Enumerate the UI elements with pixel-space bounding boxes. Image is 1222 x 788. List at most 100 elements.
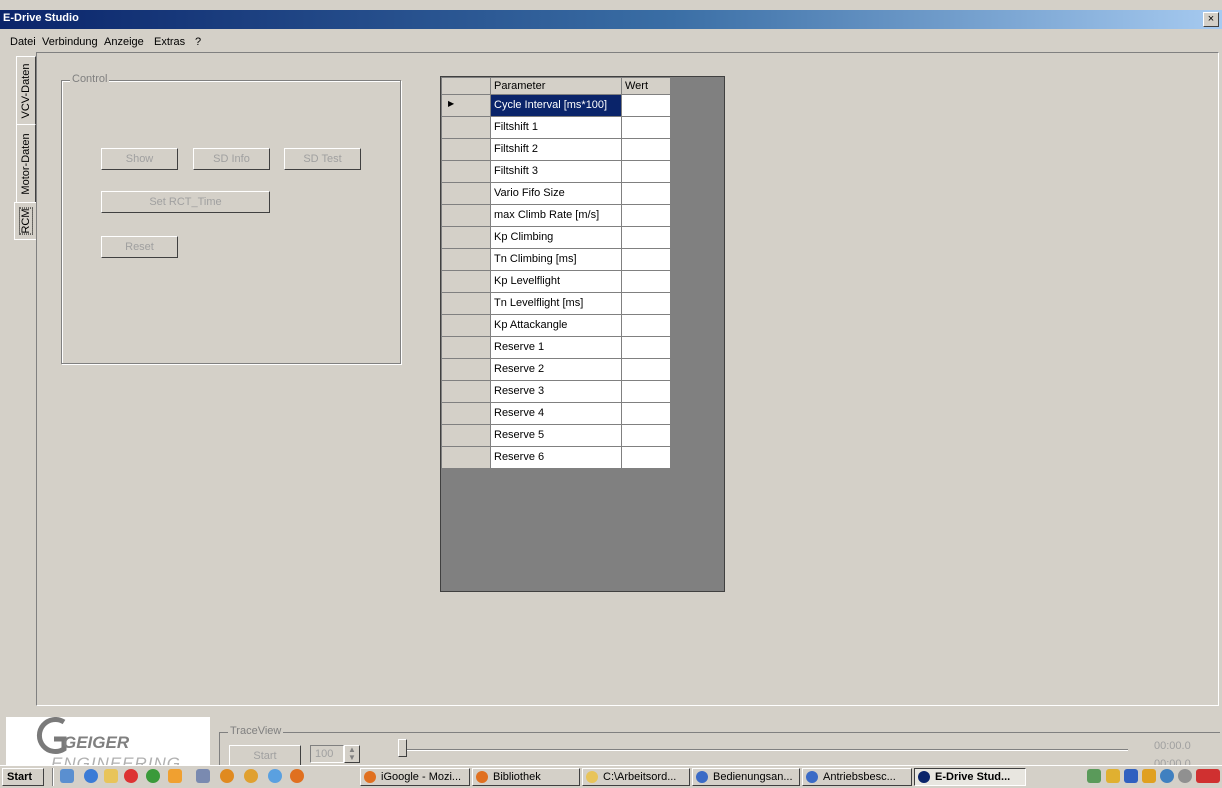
sd-info-button[interactable]: SD Info <box>193 148 270 170</box>
parameter-grid[interactable]: Parameter Wert ▶ Cycle Interval [ms*100] F… <box>440 76 725 592</box>
row-header[interactable] <box>442 403 491 425</box>
tray-app-icon[interactable] <box>1196 769 1220 783</box>
tab-motor-daten[interactable]: Motor-Daten <box>16 124 36 204</box>
wert-cell[interactable] <box>622 293 671 315</box>
wert-cell[interactable] <box>622 359 671 381</box>
wert-cell[interactable] <box>622 425 671 447</box>
sd-test-button[interactable]: SD Test <box>284 148 361 170</box>
tray-clock-icon[interactable] <box>1178 769 1192 783</box>
firefox-icon-2[interactable] <box>244 769 258 783</box>
parameter-cell[interactable]: Tn Climbing [ms] <box>491 249 622 271</box>
internet-explorer-icon[interactable] <box>84 769 98 783</box>
taskbar-button[interactable]: C:\Arbeitsord... <box>582 768 690 786</box>
wert-cell[interactable] <box>622 227 671 249</box>
parameter-cell[interactable]: Tn Levelflight [ms] <box>491 293 622 315</box>
firefox-icon-3[interactable] <box>290 769 304 783</box>
trace-slider[interactable] <box>398 739 1128 761</box>
wert-cell[interactable] <box>622 337 671 359</box>
wert-cell[interactable] <box>622 95 671 117</box>
taskbar-button[interactable]: E-Drive Stud... <box>914 768 1026 786</box>
row-header[interactable] <box>442 205 491 227</box>
row-header[interactable] <box>442 117 491 139</box>
app-icon[interactable] <box>168 769 182 783</box>
opera-icon[interactable] <box>124 769 138 783</box>
tray-alert-icon[interactable] <box>1142 769 1156 783</box>
tray-network-icon[interactable] <box>1124 769 1138 783</box>
parameter-cell[interactable]: Reserve 1 <box>491 337 622 359</box>
show-desktop-icon[interactable] <box>60 769 74 783</box>
row-header[interactable] <box>442 249 491 271</box>
parameter-cell[interactable]: Reserve 3 <box>491 381 622 403</box>
wert-cell[interactable] <box>622 315 671 337</box>
menu-anzeige[interactable]: Anzeige <box>104 36 144 48</box>
wert-cell[interactable] <box>622 161 671 183</box>
trace-interval-spinner[interactable]: ▲ ▼ <box>344 745 360 763</box>
parameter-cell[interactable]: Vario Fifo Size <box>491 183 622 205</box>
parameter-cell[interactable]: Filtshift 1 <box>491 117 622 139</box>
folder-icon[interactable] <box>104 769 118 783</box>
trace-start-button[interactable]: Start <box>229 745 301 766</box>
tray-sync-icon[interactable] <box>1160 769 1174 783</box>
row-header[interactable] <box>442 161 491 183</box>
taskbar-button[interactable]: Antriebsbesc... <box>802 768 912 786</box>
show-button[interactable]: Show <box>101 148 178 170</box>
parameter-cell[interactable]: Kp Levelflight <box>491 271 622 293</box>
parameter-cell[interactable]: Filtshift 2 <box>491 139 622 161</box>
tab-rcm[interactable]: RCM <box>14 202 36 240</box>
column-header-wert[interactable]: Wert <box>622 78 671 95</box>
row-header[interactable] <box>442 447 491 469</box>
trace-interval-input[interactable]: 100 <box>310 745 344 763</box>
parameter-cell[interactable]: Kp Attackangle <box>491 315 622 337</box>
parameter-cell[interactable]: Filtshift 3 <box>491 161 622 183</box>
row-header[interactable]: ▶ <box>442 95 491 117</box>
parameter-cell[interactable]: Reserve 4 <box>491 403 622 425</box>
row-header[interactable] <box>442 183 491 205</box>
wert-cell[interactable] <box>622 403 671 425</box>
row-header[interactable] <box>442 139 491 161</box>
menu-extras[interactable]: Extras <box>154 36 185 48</box>
slider-thumb[interactable] <box>398 739 407 757</box>
row-header[interactable] <box>442 315 491 337</box>
chrome-icon[interactable] <box>146 769 160 783</box>
reset-button[interactable]: Reset <box>101 236 178 258</box>
menu-verbindung[interactable]: Verbindung <box>42 36 98 48</box>
row-header[interactable] <box>442 425 491 447</box>
wert-cell[interactable] <box>622 249 671 271</box>
row-header[interactable] <box>442 381 491 403</box>
wert-cell[interactable] <box>622 381 671 403</box>
parameter-cell[interactable]: Kp Climbing <box>491 227 622 249</box>
set-rct-time-button[interactable]: Set RCT_Time <box>101 191 270 213</box>
parameter-cell[interactable]: Reserve 6 <box>491 447 622 469</box>
firefox-icon[interactable] <box>220 769 234 783</box>
notepad-icon[interactable] <box>196 769 210 783</box>
row-header[interactable] <box>442 359 491 381</box>
wert-cell[interactable] <box>622 183 671 205</box>
wert-cell[interactable] <box>622 271 671 293</box>
wert-cell[interactable] <box>622 205 671 227</box>
taskbar-button[interactable]: Bedienungsan... <box>692 768 800 786</box>
taskbar-button[interactable]: iGoogle - Mozi... <box>360 768 470 786</box>
parameter-cell[interactable]: Cycle Interval [ms*100] <box>491 95 622 117</box>
tab-label: Motor-Daten <box>20 133 32 195</box>
tab-vcv-daten[interactable]: VCV-Daten <box>16 56 36 126</box>
parameter-cell[interactable]: Reserve 2 <box>491 359 622 381</box>
start-button[interactable]: Start <box>2 768 44 786</box>
wert-cell[interactable] <box>622 447 671 469</box>
row-header[interactable] <box>442 227 491 249</box>
row-header[interactable] <box>442 271 491 293</box>
network-icon[interactable] <box>268 769 282 783</box>
row-header[interactable] <box>442 337 491 359</box>
parameter-cell[interactable]: Reserve 5 <box>491 425 622 447</box>
wert-cell[interactable] <box>622 117 671 139</box>
wert-cell[interactable] <box>622 139 671 161</box>
column-header-parameter[interactable]: Parameter <box>491 78 622 95</box>
close-button[interactable]: × <box>1203 12 1219 27</box>
tray-icon[interactable] <box>1087 769 1101 783</box>
row-header[interactable] <box>442 293 491 315</box>
menu-help[interactable]: ? <box>195 36 201 48</box>
parameter-cell[interactable]: max Climb Rate [m/s] <box>491 205 622 227</box>
menu-datei[interactable]: Datei <box>10 36 36 48</box>
taskbar-button[interactable]: Bibliothek <box>472 768 580 786</box>
window-title: E-Drive Studio <box>3 12 79 24</box>
tray-security-icon[interactable] <box>1106 769 1120 783</box>
